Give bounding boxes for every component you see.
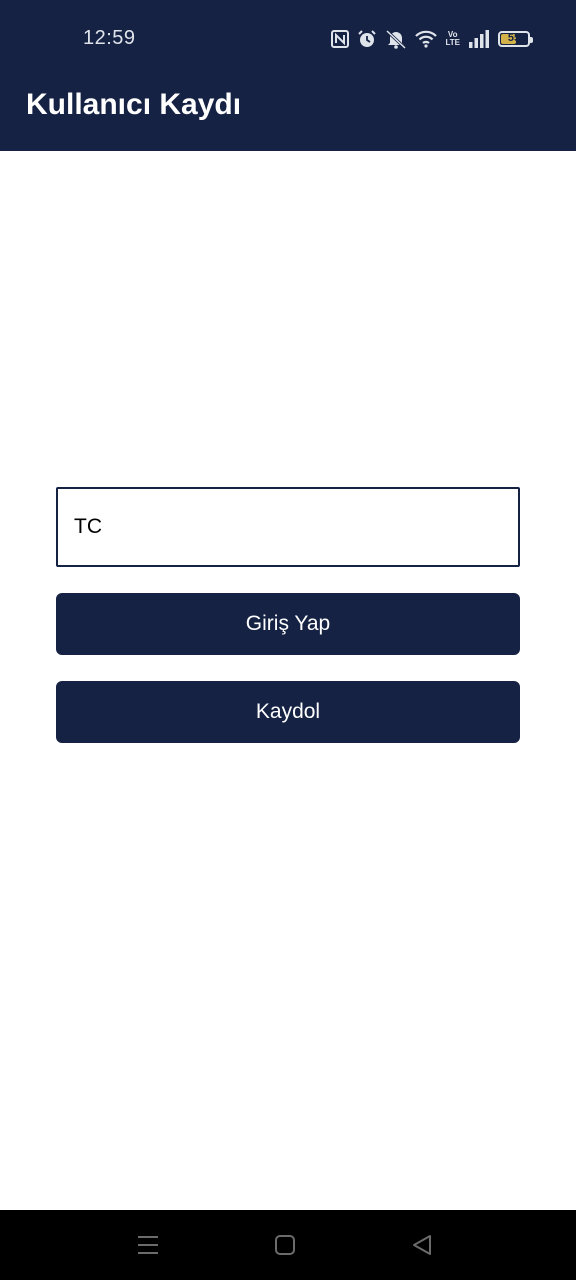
- nfc-icon: [331, 30, 350, 48]
- tc-input[interactable]: [56, 487, 520, 567]
- page-title: Kullanıcı Kaydı: [26, 88, 242, 121]
- battery-level: 55: [507, 32, 521, 44]
- register-button[interactable]: Kaydol: [56, 681, 520, 743]
- menu-icon[interactable]: [135, 1232, 161, 1258]
- status-bar: 12:59 Vo LTE 55: [0, 0, 576, 78]
- login-button[interactable]: Giriş Yap: [56, 593, 520, 655]
- back-icon[interactable]: [409, 1232, 435, 1258]
- status-icons: Vo LTE 55: [331, 27, 533, 51]
- system-nav-bar: [0, 1210, 576, 1280]
- signal-icon: [469, 30, 489, 48]
- battery-icon: 55: [498, 31, 533, 47]
- home-icon[interactable]: [272, 1232, 298, 1258]
- mute-icon: [386, 29, 407, 49]
- wifi-icon: [415, 30, 438, 48]
- volte-icon: Vo LTE: [445, 30, 460, 47]
- app-screen: 12:59 Vo LTE 55 Kullanıcı Kaydı TC Giriş…: [0, 0, 576, 1280]
- alarm-icon: [358, 30, 377, 47]
- top-app-bar: 12:59 Vo LTE 55 Kullanıcı Kaydı: [0, 0, 576, 151]
- status-time: 12:59: [83, 27, 136, 49]
